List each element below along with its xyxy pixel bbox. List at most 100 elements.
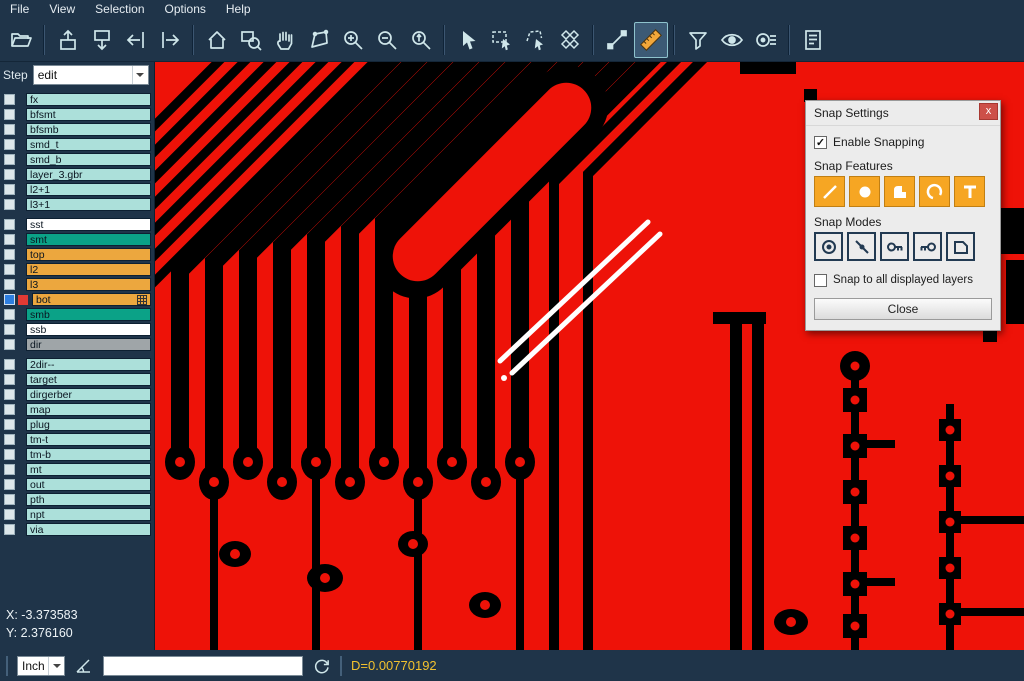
layer-row-l3[interactable]: l3: [0, 277, 154, 292]
layer-row-smd_b[interactable]: smd_b: [0, 152, 154, 167]
layer-visibility-checkbox[interactable]: [4, 109, 15, 120]
layer-label[interactable]: mt: [26, 463, 151, 476]
snap-center-button[interactable]: [814, 232, 843, 261]
layer-row-plug[interactable]: plug: [0, 417, 154, 432]
layer-label[interactable]: dirgerber: [26, 388, 151, 401]
layer-visibility-checkbox[interactable]: [4, 234, 15, 245]
layer-visibility-checkbox[interactable]: [4, 199, 15, 210]
layer-row-layer_3.gbr[interactable]: layer_3.gbr: [0, 167, 154, 182]
layer-label[interactable]: layer_3.gbr: [26, 168, 151, 181]
enable-snapping-checkbox[interactable]: ✓: [814, 136, 827, 149]
import-down-button[interactable]: [85, 22, 119, 58]
layer-label[interactable]: 2dir--: [26, 358, 151, 371]
report-button[interactable]: [796, 22, 830, 58]
layer-label[interactable]: plug: [26, 418, 151, 431]
layer-visibility-checkbox[interactable]: [4, 509, 15, 520]
close-icon[interactable]: x: [979, 103, 998, 120]
dialog-titlebar[interactable]: Snap Settings x: [806, 101, 1000, 126]
snap-pad-button[interactable]: [849, 176, 880, 207]
layer-label[interactable]: smt: [26, 233, 151, 246]
layer-visibility-checkbox[interactable]: [4, 479, 15, 490]
measure-input[interactable]: [103, 656, 303, 676]
layer-visibility-checkbox[interactable]: [4, 494, 15, 505]
zoom-in-button[interactable]: [336, 22, 370, 58]
layer-visibility-checkbox[interactable]: [4, 279, 15, 290]
layer-row-tm-b[interactable]: tm-b: [0, 447, 154, 462]
eye-button[interactable]: [715, 22, 749, 58]
layer-visibility-checkbox[interactable]: [4, 524, 15, 535]
layer-row-bfsmb[interactable]: bfsmb: [0, 122, 154, 137]
measure-line-button[interactable]: [600, 22, 634, 58]
select-polygon-button[interactable]: [519, 22, 553, 58]
layer-label[interactable]: via: [26, 523, 151, 536]
layer-visibility-checkbox[interactable]: [4, 324, 15, 335]
layer-visibility-checkbox[interactable]: [4, 124, 15, 135]
layer-visibility-checkbox[interactable]: [4, 94, 15, 105]
layer-visibility-checkbox[interactable]: [4, 294, 15, 305]
layer-row-smd_t[interactable]: smd_t: [0, 137, 154, 152]
layer-label[interactable]: l2: [26, 263, 151, 276]
import-left-button[interactable]: [119, 22, 153, 58]
layer-row-smb[interactable]: smb: [0, 307, 154, 322]
layer-row-npt[interactable]: npt: [0, 507, 154, 522]
layer-row-sst[interactable]: sst: [0, 217, 154, 232]
menu-item-selection[interactable]: Selection: [85, 0, 154, 18]
layer-label[interactable]: bfsmb: [26, 123, 151, 136]
snap-key-left-button[interactable]: [880, 232, 909, 261]
layer-row-smt[interactable]: smt: [0, 232, 154, 247]
snap-arc-button[interactable]: [919, 176, 950, 207]
probe-button[interactable]: [749, 22, 783, 58]
zoom-window-button[interactable]: [234, 22, 268, 58]
step-select[interactable]: edit: [33, 65, 149, 85]
layer-row-map[interactable]: map: [0, 402, 154, 417]
layer-label[interactable]: bot: [32, 293, 151, 306]
layer-label[interactable]: top: [26, 248, 151, 261]
layer-row-via[interactable]: via: [0, 522, 154, 537]
layer-row-top[interactable]: top: [0, 247, 154, 262]
select-cursor-button[interactable]: [451, 22, 485, 58]
layer-visibility-checkbox[interactable]: [4, 184, 15, 195]
layer-row-bot[interactable]: bot: [0, 292, 154, 307]
layer-row-ssb[interactable]: ssb: [0, 322, 154, 337]
layer-row-out[interactable]: out: [0, 477, 154, 492]
layer-label[interactable]: l3+1: [26, 198, 151, 211]
snap-key-right-button[interactable]: [913, 232, 942, 261]
layer-visibility-checkbox[interactable]: [4, 434, 15, 445]
snap-corner-button[interactable]: [884, 176, 915, 207]
sync-icon[interactable]: [312, 656, 331, 675]
layer-row-l2+1[interactable]: l2+1: [0, 182, 154, 197]
layer-visibility-checkbox[interactable]: [4, 389, 15, 400]
angle-tool-icon[interactable]: [74, 656, 94, 676]
draw-polygon-button[interactable]: [302, 22, 336, 58]
layer-label[interactable]: tm-t: [26, 433, 151, 446]
layer-visibility-checkbox[interactable]: [4, 374, 15, 385]
menu-item-help[interactable]: Help: [216, 0, 261, 18]
layer-label[interactable]: l2+1: [26, 183, 151, 196]
layer-visibility-checkbox[interactable]: [4, 339, 15, 350]
layer-label[interactable]: pth: [26, 493, 151, 506]
tiles-button[interactable]: [553, 22, 587, 58]
snap-point-on-line-button[interactable]: [847, 232, 876, 261]
layer-label[interactable]: target: [26, 373, 151, 386]
menu-item-file[interactable]: File: [0, 0, 39, 18]
layer-visibility-checkbox[interactable]: [4, 309, 15, 320]
pan-button[interactable]: [268, 22, 302, 58]
layer-label[interactable]: out: [26, 478, 151, 491]
layer-label[interactable]: bfsmt: [26, 108, 151, 121]
layer-label[interactable]: smd_t: [26, 138, 151, 151]
layer-visibility-checkbox[interactable]: [4, 404, 15, 415]
layer-row-l2[interactable]: l2: [0, 262, 154, 277]
layer-label[interactable]: l3: [26, 278, 151, 291]
layer-row-tm-t[interactable]: tm-t: [0, 432, 154, 447]
snap-line-button[interactable]: [814, 176, 845, 207]
enable-snapping-row[interactable]: ✓ Enable Snapping: [814, 133, 992, 151]
layer-label[interactable]: sst: [26, 218, 151, 231]
layer-label[interactable]: tm-b: [26, 448, 151, 461]
layer-label[interactable]: map: [26, 403, 151, 416]
layer-visibility-checkbox[interactable]: [4, 219, 15, 230]
layer-visibility-checkbox[interactable]: [4, 169, 15, 180]
export-right-button[interactable]: [153, 22, 187, 58]
select-rect-button[interactable]: [485, 22, 519, 58]
open-folder-button[interactable]: [4, 22, 38, 58]
layer-row-dirgerber[interactable]: dirgerber: [0, 387, 154, 402]
